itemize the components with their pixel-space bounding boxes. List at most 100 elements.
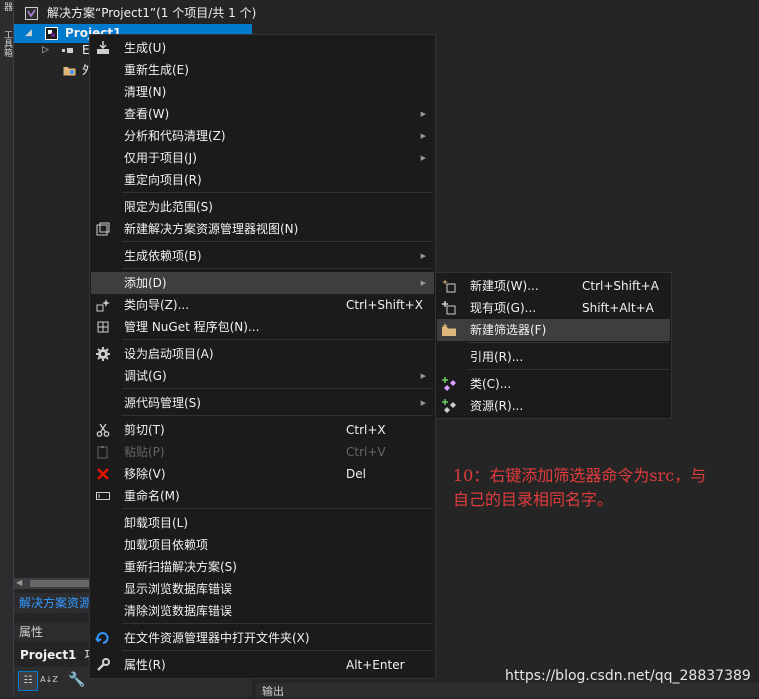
- context_menu-item-16[interactable]: 剪切(T) Ctrl+X: [91, 419, 434, 441]
- menu-separator: [122, 388, 433, 389]
- expand-down-icon[interactable]: ◢: [25, 24, 32, 43]
- context_menu-item-shortcut: Ctrl+X: [346, 423, 386, 437]
- context_menu-item-shortcut: Alt+Enter: [346, 658, 405, 672]
- properties-title: 属性: [19, 625, 44, 639]
- class-icon: [441, 376, 457, 392]
- context_menu-item-label: 清理(N): [124, 85, 167, 99]
- context_menu-item-19[interactable]: 重命名(M): [91, 485, 434, 507]
- context_menu-item-18[interactable]: 移除(V) Del: [91, 463, 434, 485]
- context_menu-item-label: 重命名(M): [124, 489, 180, 503]
- context_menu-item-label: 限定为此范围(S): [124, 200, 213, 214]
- context_menu-item-7[interactable]: 限定为此范围(S): [91, 196, 434, 218]
- submenu-item-2[interactable]: 新建筛选器(F): [437, 319, 670, 341]
- scroll-left-icon[interactable]: ◀: [16, 578, 22, 587]
- rename-icon: [95, 488, 111, 504]
- gear-icon: [95, 346, 111, 362]
- menu-separator: [122, 241, 433, 242]
- submenu-arrow-icon: ▶: [420, 132, 426, 140]
- context_menu-item-label: 管理 NuGet 程序包(N)...: [124, 320, 260, 334]
- context_menu-item-label: 重新扫描解决方案(S): [124, 560, 237, 574]
- context_menu-item-8[interactable]: 新建解决方案资源管理器视图(N): [91, 218, 434, 240]
- context_menu-item-shortcut: Del: [346, 467, 366, 481]
- submenu-item-4[interactable]: 类(C)...: [437, 373, 670, 395]
- context_menu-item-6[interactable]: 重定向项目(R): [91, 169, 434, 191]
- wrench-icon: [95, 657, 111, 673]
- solution-label: 解决方案“Project1”(1 个项目/共 1 个): [47, 6, 257, 20]
- context_menu-item-17[interactable]: 粘贴(P) Ctrl+V: [91, 441, 434, 463]
- context_menu-item-label: 调试(G): [124, 369, 167, 383]
- context_menu-item-10[interactable]: 添加(D) ▶: [91, 272, 434, 294]
- submenu-item-5[interactable]: 资源(R)...: [437, 395, 670, 417]
- properties-object-name: Project1: [20, 648, 77, 662]
- context_menu-item-3[interactable]: 查看(W) ▶: [91, 103, 434, 125]
- strip-label-top[interactable]: 器: [1, 2, 12, 11]
- alphabetical-sort-icon[interactable]: A↓Z: [40, 671, 58, 689]
- context-menu: 生成(U) 重新生成(E) 清理(N) 查看(W) ▶ 分析和代码清理(Z) ▶ 仅用于项目(…: [89, 34, 436, 679]
- context_menu-item-label: 粘贴(P): [124, 445, 165, 459]
- submenu-item-label: 新建项(W)...: [470, 279, 539, 293]
- strip-label-toolbox[interactable]: 工具箱: [1, 30, 12, 57]
- submenu-item-label: 引用(R)...: [470, 350, 524, 364]
- context_menu-item-23[interactable]: 显示浏览数据库错误: [91, 578, 434, 600]
- context_menu-item-26[interactable]: 属性(R) Alt+Enter: [91, 654, 434, 676]
- submenu-item-shortcut: Shift+Alt+A: [582, 301, 654, 315]
- reference-icon: [61, 44, 74, 57]
- expand-right-icon[interactable]: ▷: [42, 41, 49, 60]
- context_menu-item-label: 重定向项目(R): [124, 173, 202, 187]
- submenu-item-0[interactable]: 新建项(W)... Ctrl+Shift+A: [437, 275, 670, 297]
- context_menu-item-13[interactable]: 设为启动项目(A): [91, 343, 434, 365]
- categorized-icon[interactable]: ☷: [18, 671, 38, 691]
- watermark: https://blog.csdn.net/qq_28837389: [505, 668, 751, 684]
- scissors-icon: [95, 422, 111, 438]
- menu-separator: [122, 339, 433, 340]
- existing-item-icon: [441, 300, 457, 316]
- tool-window-strip: 器 工具箱: [0, 0, 14, 697]
- context_menu-item-15[interactable]: 源代码管理(S) ▶: [91, 392, 434, 414]
- submenu-arrow-icon: ▶: [420, 279, 426, 287]
- context_menu-item-5[interactable]: 仅用于项目(J) ▶: [91, 147, 434, 169]
- submenu-arrow-icon: ▶: [420, 110, 426, 118]
- wrench-icon[interactable]: 🔧: [68, 671, 86, 689]
- tab-label: 解决方案资源: [19, 596, 92, 610]
- submenu-item-shortcut: Ctrl+Shift+A: [582, 279, 659, 293]
- submenu-arrow-icon: ▶: [420, 252, 426, 260]
- context_menu-item-label: 显示浏览数据库错误: [124, 582, 233, 596]
- context_menu-item-21[interactable]: 加载项目依赖项: [91, 534, 434, 556]
- context_menu-item-label: 类向导(Z)...: [124, 298, 190, 312]
- context_menu-item-20[interactable]: 卸载项目(L): [91, 512, 434, 534]
- submenu-item-3[interactable]: 引用(R)...: [437, 346, 670, 368]
- context_menu-item-22[interactable]: 重新扫描解决方案(S): [91, 556, 434, 578]
- context_menu-item-9[interactable]: 生成依赖项(B) ▶: [91, 245, 434, 267]
- context_menu-item-label: 新建解决方案资源管理器视图(N): [124, 222, 299, 236]
- context_menu-item-0[interactable]: 生成(U): [91, 37, 434, 59]
- context_menu-item-1[interactable]: 重新生成(E): [91, 59, 434, 81]
- context_menu-item-label: 分析和代码清理(Z): [124, 129, 226, 143]
- resource-icon: [441, 398, 457, 414]
- nuget-icon: [95, 319, 111, 335]
- context_menu-item-11[interactable]: 类向导(Z)... Ctrl+Shift+X: [91, 294, 434, 316]
- menu-separator: [122, 508, 433, 509]
- submenu-item-1[interactable]: 现有项(G)... Shift+Alt+A: [437, 297, 670, 319]
- submenu-arrow-icon: ▶: [420, 154, 426, 162]
- context_menu-item-4[interactable]: 分析和代码清理(Z) ▶: [91, 125, 434, 147]
- new-filter-icon: [441, 322, 457, 338]
- context_menu-item-label: 加载项目依赖项: [124, 538, 209, 552]
- context_menu-item-14[interactable]: 调试(G) ▶: [91, 365, 434, 387]
- context_menu-item-12[interactable]: 管理 NuGet 程序包(N)...: [91, 316, 434, 338]
- context_menu-item-shortcut: Ctrl+Shift+X: [346, 298, 423, 312]
- build-icon: [95, 40, 111, 56]
- submenu-arrow-icon: ▶: [420, 399, 426, 407]
- project-icon: [45, 27, 58, 40]
- menu-separator: [122, 623, 433, 624]
- annotation-note: 10：右键添加筛选器命令为src，与 自己的目录相同名字。: [453, 464, 753, 512]
- context_menu-item-25[interactable]: 在文件资源管理器中打开文件夹(X): [91, 627, 434, 649]
- output-title: 输出: [262, 685, 284, 698]
- output-panel-header: 输出: [256, 683, 759, 698]
- context_menu-item-24[interactable]: 清除浏览数据库错误: [91, 600, 434, 622]
- context_menu-item-2[interactable]: 清理(N): [91, 81, 434, 103]
- remove-icon: [95, 466, 111, 482]
- context_menu-item-label: 设为启动项目(A): [124, 347, 214, 361]
- open-folder-icon: [95, 630, 111, 646]
- menu-separator: [468, 369, 669, 370]
- context_menu-item-label: 清除浏览数据库错误: [124, 604, 233, 618]
